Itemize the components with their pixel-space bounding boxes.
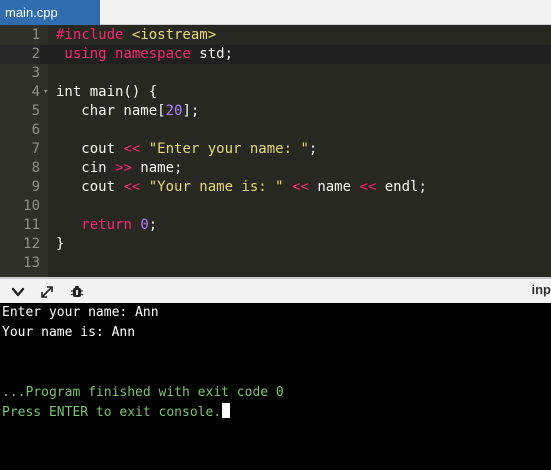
text-cursor [222,403,231,418]
code-token: endl; [376,179,427,195]
code-line[interactable]: 10 [0,197,551,216]
code-line[interactable]: 8 cin >> name; [0,159,551,178]
stdin-input-tab[interactable]: inp [532,282,551,297]
code-text: cout << "Your name is: " << name << endl… [56,178,427,197]
code-text: return 0; [56,216,157,235]
line-number: 4 [31,84,40,100]
code-line[interactable]: 9 cout << "Your name is: " << name << en… [0,178,551,197]
code-token: using namespace [56,46,200,62]
code-line[interactable]: 5 char name[20]; [0,102,551,121]
code-token: name; [131,160,183,176]
code-token: << [292,179,309,195]
code-token: ; [148,217,158,233]
code-line[interactable]: 1 #include <iostream> [0,26,551,45]
code-text: } [56,235,64,254]
line-number: 1 [31,27,40,43]
code-line[interactable]: 3 [0,64,551,83]
console-line: Press ENTER to exit console. [2,403,231,423]
line-number: 8 [31,160,40,176]
code-token: cout [56,179,124,195]
console-text: ...Program finished with exit code 0 [2,385,284,400]
line-number: 12 [23,236,40,252]
code-token: return [81,217,132,233]
line-number: 6 [31,122,40,138]
code-token: <iostream> [131,27,217,43]
code-token: 20 [165,103,183,119]
code-token: << [123,179,141,195]
console-text: Your name is: Ann [2,325,136,340]
code-line[interactable]: 12} [0,235,551,254]
code-line[interactable]: 2 using namespace std; [0,45,551,64]
tab-bar: main.cpp [0,0,551,25]
line-number: 11 [23,217,40,233]
code-line[interactable]: 13 [0,254,551,273]
line-number: 7 [31,141,40,157]
code-token: name [308,179,360,195]
code-token: >> [115,160,132,176]
line-number: 2 [0,45,40,64]
code-token: #include [56,27,132,43]
console-toolbar: inp [0,277,551,303]
tab-main-cpp[interactable]: main.cpp [0,0,100,25]
code-line[interactable]: 7 cout << "Enter your name: "; [0,140,551,159]
code-text: #include <iostream> [56,26,216,45]
code-token: ]; [182,103,200,119]
fold-arrow-icon[interactable]: ▾ [43,83,48,102]
chevron-down-icon [11,287,25,297]
code-line[interactable]: 6 [0,121,551,140]
line-number: 10 [23,198,40,214]
expand-console-button[interactable] [37,282,57,302]
code-token: cout [56,141,124,157]
console-line: Your name is: Ann [2,323,135,343]
code-token: "Your name is: " [148,179,284,195]
expand-icon [41,286,53,298]
code-line[interactable]: 4 ▾ int main() { [0,83,551,102]
code-token: << [123,141,141,157]
code-text: using namespace std; [56,45,233,64]
code-text: char name[20]; [56,102,199,121]
console-text: Enter your name: Ann [2,305,159,320]
code-text: int main() { [56,83,157,102]
code-token: "Enter your name: " [148,141,309,157]
code-token: ; [308,141,318,157]
line-number: 5 [31,103,40,119]
code-line[interactable]: 11 return 0; [0,216,551,235]
console-line: Enter your name: Ann [2,303,159,323]
console-text: Press ENTER to exit console. [2,405,222,420]
code-token: int main() { [56,84,158,100]
console-line: ...Program finished with exit code 0 [2,383,284,403]
code-editor[interactable]: 1 #include <iostream> 2 using namespace st… [0,25,551,277]
collapse-console-button[interactable] [8,282,28,302]
debug-console-button[interactable] [67,282,87,302]
code-token: 0 [140,217,149,233]
line-number: 9 [31,179,40,195]
code-token: char name[ [56,103,166,119]
console-output[interactable]: Enter your name: Ann Your name is: Ann...… [0,303,551,470]
code-token: << [359,179,377,195]
code-text: cin >> name; [56,159,182,178]
code-token: std; [199,46,234,62]
debug-icon [70,286,84,297]
code-token: } [56,236,65,252]
line-number: 3 [31,65,40,81]
code-text: cout << "Enter your name: "; [56,140,317,159]
line-number: 13 [23,255,40,271]
code-token: cin [56,160,116,176]
